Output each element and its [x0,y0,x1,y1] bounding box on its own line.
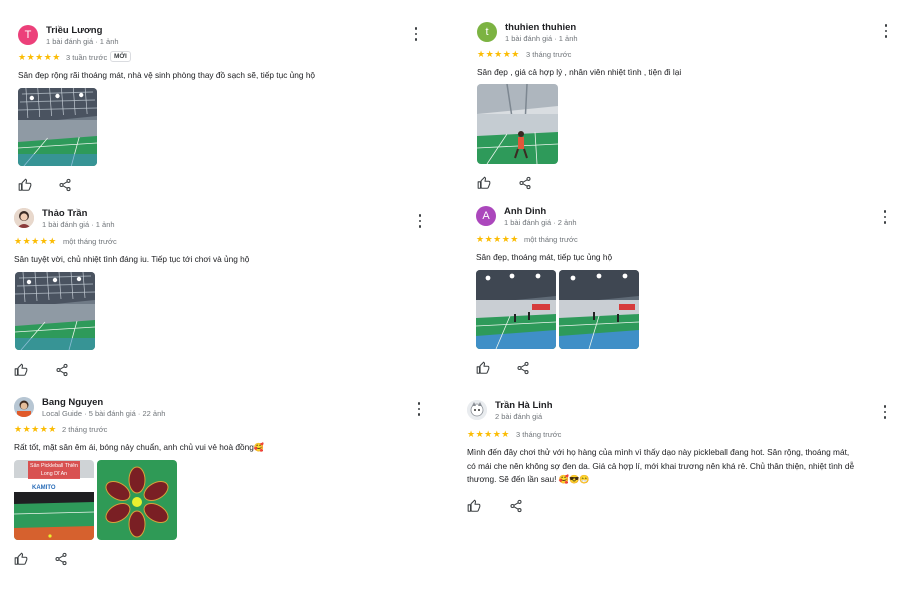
review-time: 2 tháng trước [62,425,108,434]
thumb-up-icon[interactable] [467,499,481,513]
thumb-up-icon[interactable] [477,176,491,190]
reviewer-meta: 1 bài đánh giá · 1 ảnh [505,34,578,43]
review-card: A Anh Dinh 1 bài đánh giá · 2 ảnh ★★★★★ … [476,206,890,376]
thumb-up-icon[interactable] [476,361,490,375]
share-icon[interactable] [54,552,68,566]
avatar[interactable]: T [18,25,38,45]
share-icon[interactable] [55,363,69,377]
share-icon[interactable] [518,176,532,190]
star-rating: ★★★★★ [14,236,57,246]
star-rating: ★★★★★ [477,49,520,59]
new-badge: MỚI [110,51,131,62]
review-text: Sân tuyệt vời, chủ nhiệt tình đáng iu. T… [14,254,250,264]
more-vert-icon[interactable] [880,405,890,419]
star-rating: ★★★★★ [467,429,510,439]
review-card: t thuhien thuhien 1 bài đánh giá · 1 ảnh… [477,22,888,192]
review-photo[interactable] [476,270,556,349]
reviewer-name[interactable]: Triều Lương [46,25,102,36]
share-icon[interactable] [516,361,530,375]
review-text-line: có mái che nên không sợ đen da. Giá cả h… [467,460,855,471]
reviewer-name[interactable]: Bang Nguyen [42,397,103,408]
review-text: Sân đẹp, thoáng mát, tiếp tục ủng hộ [476,252,613,262]
avatar[interactable]: A [476,206,496,226]
reviewer-meta: 1 bài đánh giá · 1 ảnh [42,220,115,229]
review-text: Sân đẹp , giá cả hợp lý , nhân viên nhiệ… [477,67,682,77]
thumb-up-icon[interactable] [14,552,28,566]
review-text: Mình đến đây chơi thử với họ hàng của mì… [467,446,892,487]
review-card: T Triều Lương 1 bài đánh giá · 1 ảnh ★★★… [18,25,428,195]
review-photo[interactable] [97,460,177,540]
avatar[interactable] [14,208,34,228]
more-vert-icon[interactable] [880,210,890,224]
review-photo[interactable] [559,270,639,349]
avatar[interactable] [14,397,34,417]
photo-sign-text: KAMITO [32,485,56,491]
review-time: 3 tuần trước [66,53,108,62]
review-time: 3 tháng trước [526,50,572,59]
review-text: Sân đẹp rộng rãi thoáng mát, nhà vệ sinh… [18,70,316,80]
reviewer-name[interactable]: Thảo Trần [42,208,87,219]
review-time: 3 tháng trước [516,430,562,439]
review-card: Thảo Trần 1 bài đánh giá · 1 ảnh ★★★★★ m… [14,208,428,378]
share-icon[interactable] [509,499,523,513]
review-time: một tháng trước [63,237,117,246]
review-photo[interactable] [15,272,95,350]
more-vert-icon[interactable] [414,402,424,416]
star-rating: ★★★★★ [18,52,61,62]
reviewer-name[interactable]: Trần Hà Linh [495,400,553,411]
reviewer-meta: 1 bài đánh giá · 2 ảnh [504,218,577,227]
share-icon[interactable] [58,178,72,192]
photo-caption: Sân Pickleball Thiên Long Dĩ An [30,463,78,477]
review-photo[interactable]: Sân Pickleball Thiên Long Dĩ An KAMITO [14,460,94,540]
review-text-line: thương. Sẽ đến lần sau! 🥰😎😁 [467,474,590,484]
reviewer-meta: 2 bài đánh giá [495,412,543,421]
review-photo[interactable] [18,88,97,166]
review-card: Trần Hà Linh 2 bài đánh giá ★★★★★ 3 thán… [467,400,892,520]
avatar[interactable]: t [477,22,497,42]
review-time: một tháng trước [524,235,578,244]
thumb-up-icon[interactable] [18,178,32,192]
more-vert-icon[interactable] [415,214,425,228]
star-rating: ★★★★★ [476,234,519,244]
star-rating: ★★★★★ [14,424,57,434]
review-photo[interactable] [477,84,558,164]
reviewer-meta: Local Guide · 5 bài đánh giá · 22 ảnh [42,409,166,418]
thumb-up-icon[interactable] [14,363,28,377]
avatar[interactable] [467,400,487,420]
reviewer-name[interactable]: Anh Dinh [504,206,546,217]
review-text: Rất tốt, mặt sân êm ái, bóng nảy chuẩn, … [14,442,265,452]
review-text-line: Mình đến đây chơi thử với họ hàng của mì… [467,447,850,457]
reviewer-name[interactable]: thuhien thuhien [505,22,576,33]
review-card: Bang Nguyen Local Guide · 5 bài đánh giá… [14,397,428,572]
more-vert-icon[interactable] [411,27,421,41]
reviewer-meta: 1 bài đánh giá · 1 ảnh [46,37,119,46]
more-vert-icon[interactable] [881,24,891,38]
